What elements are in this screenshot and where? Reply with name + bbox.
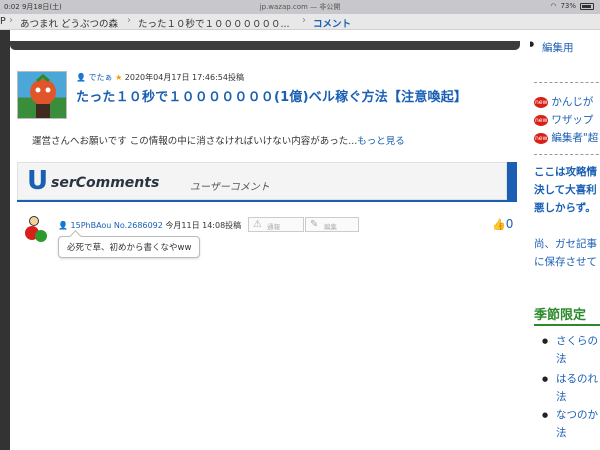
status-right: ◠ 73%: [550, 2, 594, 10]
banner-title: serComments: [51, 175, 160, 191]
read-more-link[interactable]: もっと見る: [357, 136, 405, 147]
sidebar-heading-rule: [534, 324, 600, 326]
header-band: [10, 30, 520, 50]
sidebar-new-link[interactable]: new 編集者"超: [534, 130, 598, 145]
sidebar-new-link[interactable]: new かんじが: [534, 94, 593, 109]
comment-date: 今月11日 14:08投稿: [165, 221, 242, 230]
post-title[interactable]: たった１０秒で１０００００００(1億)ベル稼ぐ方法【注意喚起】: [76, 86, 467, 105]
sidebar-season-item[interactable]: さくらの法: [542, 332, 598, 368]
breadcrumb-item-home[interactable]: P: [0, 16, 6, 27]
left-edge: [0, 14, 10, 450]
breadcrumb-separator-icon: ›: [127, 15, 131, 26]
breadcrumb-separator-icon: ›: [9, 15, 13, 26]
user-icon: 👤: [58, 221, 68, 230]
new-badge-icon: new: [534, 132, 549, 144]
post-excerpt: 運営さんへお願いです この情報の中に消さなければいけない内容があった...もっと…: [32, 133, 405, 147]
report-label: 通報: [267, 223, 280, 231]
sidebar-warning-line: 決して大喜利: [534, 184, 597, 196]
pencil-icon: ✎: [310, 219, 319, 230]
avatar-head: [29, 216, 39, 226]
user-comments-banner: U serComments ユーザーコメント: [17, 162, 519, 202]
sidebar-season-heading: 季節限定: [534, 308, 587, 323]
wifi-icon: ◠: [550, 2, 557, 10]
post-meta: 👤 でたぁ ★ 2020年04月17日 17:46:54投稿: [76, 72, 244, 83]
sidebar-new-link[interactable]: new ワザップ: [534, 112, 593, 127]
comment-user-id[interactable]: 15PhBAou: [71, 221, 112, 230]
star-icon: ★: [115, 73, 123, 82]
edit-button[interactable]: ✎ 編集: [305, 217, 359, 232]
breadcrumb-current: コメント: [313, 19, 352, 30]
post-date: 2020年04月17日 17:46:54投稿: [124, 73, 244, 82]
avatar-image: [30, 74, 56, 118]
report-button[interactable]: ⚠ 通報: [248, 217, 304, 232]
sidebar-season-item[interactable]: はるのれ法: [542, 370, 598, 406]
breadcrumb: P › あつまれ どうぶつの森 › たった１０秒で１０００００００... › コ…: [0, 14, 600, 30]
sidebar-warning-line: 悪しからず。: [534, 202, 596, 214]
status-bar: 0:02 9月18日(土) jp.wazap.com — 非公開 ◠ 73%: [0, 0, 600, 14]
like-button[interactable]: 👍0: [492, 217, 513, 231]
breadcrumb-item-game[interactable]: あつまれ どうぶつの森: [20, 16, 118, 30]
avatar-green-shape: [35, 230, 47, 242]
user-icon: 👤: [76, 73, 86, 82]
breadcrumb-separator-icon: ›: [302, 15, 306, 26]
warning-icon: ⚠: [253, 219, 262, 230]
post-author-avatar[interactable]: [17, 71, 67, 119]
sidebar-divider: [534, 82, 600, 83]
comment-text: 必死で草、初めから書くなやww: [67, 243, 192, 253]
banner-logo-letter: U: [27, 166, 49, 196]
comment-number[interactable]: No.2686092: [114, 221, 163, 230]
like-count: 0: [505, 217, 514, 231]
sidebar-note-line: に保存させて: [534, 256, 597, 268]
sidebar-top-link[interactable]: 編集用: [530, 40, 574, 55]
edit-label: 編集: [324, 223, 337, 231]
post-author-name[interactable]: でたぁ: [89, 73, 113, 82]
banner-subtitle: ユーザーコメント: [190, 182, 270, 193]
battery-percent: 73%: [560, 2, 576, 10]
sidebar-divider: [534, 154, 600, 155]
banner-cap: [507, 162, 517, 202]
sidebar-season-item[interactable]: なつのか法: [542, 406, 598, 442]
battery-icon: [580, 2, 594, 10]
comment-avatar[interactable]: [23, 214, 49, 244]
post-excerpt-text: 運営さんへお願いです この情報の中に消さなければいけない内容があった...: [32, 136, 358, 147]
comment-text-bubble: 必死で草、初めから書くなやww: [58, 236, 201, 258]
sidebar-note-line: 尚、ガセ記事: [534, 238, 597, 250]
comment-meta: 👤 15PhBAou No.2686092 今月11日 14:08投稿: [58, 220, 241, 231]
banner-rule: [17, 200, 517, 202]
sidebar: 編集用 newかんじが newワザップ new編集者"超 ここは攻略情 決して大…: [530, 30, 600, 450]
address-url[interactable]: jp.wazap.com — 非公開: [0, 2, 600, 12]
sidebar-warning-line: ここは攻略情: [534, 166, 597, 178]
thumbs-up-icon: 👍: [492, 218, 506, 231]
new-badge-icon: new: [534, 96, 549, 108]
new-badge-icon: new: [534, 114, 549, 126]
breadcrumb-item-post[interactable]: たった１０秒で１０００００００...: [138, 16, 290, 30]
